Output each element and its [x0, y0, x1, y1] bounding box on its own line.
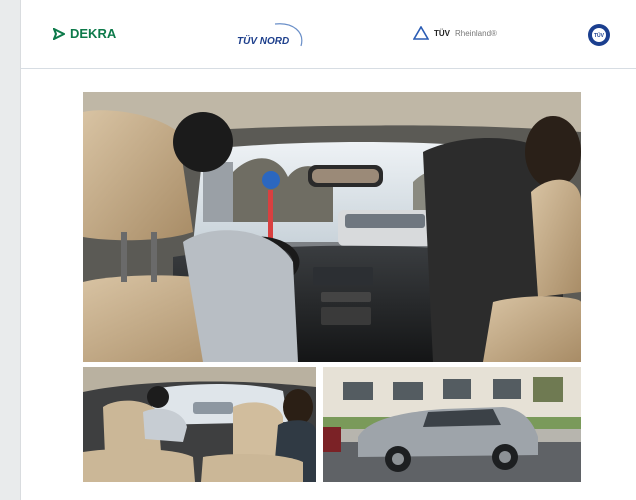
tuv-rheinland-light: Rheinland®	[455, 28, 497, 38]
tuv-nord-logo: TÜV NORD	[235, 22, 305, 50]
tuv-seal-text: TÜV	[594, 32, 605, 39]
partner-logo-bar: DEKRA TÜV NORD TÜV Rheinland® TÜV	[21, 0, 636, 69]
dekra-logo: DEKRA	[53, 26, 116, 41]
dekra-logo-text: DEKRA	[70, 26, 117, 41]
page: DEKRA TÜV NORD TÜV Rheinland® TÜV	[20, 0, 636, 500]
tuv-nord-swoosh-icon: TÜV NORD	[237, 23, 303, 47]
main-photo-driving-lesson	[83, 92, 581, 362]
dekra-arrow-icon	[53, 27, 65, 40]
tuv-rheinland-logo: TÜV Rheinland®	[413, 26, 497, 40]
photo-silver-suv	[323, 367, 581, 482]
photo-rear-seat-view	[83, 367, 316, 482]
triangle-icon	[413, 26, 429, 40]
tuv-seal-logo: TÜV	[587, 23, 611, 47]
tuv-nord-logo-text: TÜV NORD	[237, 34, 289, 47]
tuv-seal-icon: TÜV	[588, 24, 610, 46]
tuv-rheinland-bold: TÜV	[434, 28, 450, 38]
